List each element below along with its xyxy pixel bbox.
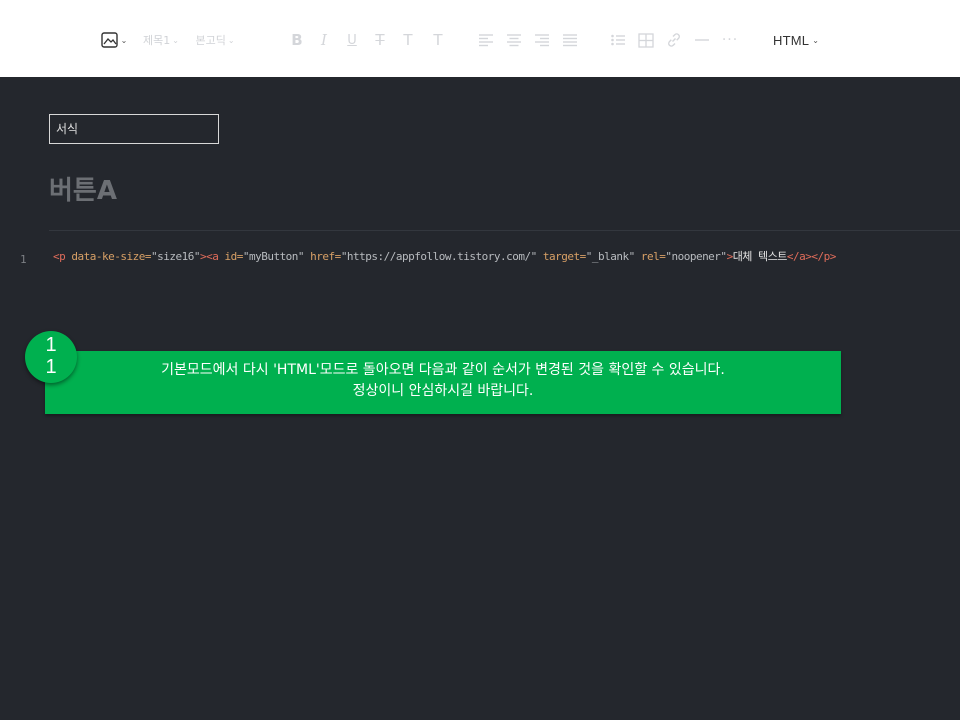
post-title[interactable]: 버튼A [49,170,117,207]
background-color-button[interactable]: T [428,28,448,52]
align-left-icon [479,34,493,47]
editor-toolbar: ⌄ 제목1 ⌄ 본고딕 ⌄ B I U T T T ··· HTML ⌄ [0,0,960,77]
annotation-callout: 기본모드에서 다시 'HTML'모드로 돌아오면 다음과 같이 순서가 변경된 … [45,351,841,414]
font-dropdown[interactable]: 본고딕 ⌄ [192,28,238,52]
align-left-button[interactable] [476,28,496,52]
category-placeholder: 서식 [56,122,79,136]
code-tag: <p [53,250,66,263]
step-number-bottom: 1 [45,356,57,378]
chevron-down-icon: ⌄ [120,35,128,45]
code-value: "myButton" [242,250,305,263]
bold-button[interactable]: B [287,28,307,52]
step-number-top: 1 [45,334,57,356]
align-justify-button[interactable] [560,28,580,52]
code-text: 대체 텍스트 [732,250,788,263]
code-attr: data-ke-size= [65,250,151,263]
align-right-button[interactable] [532,28,552,52]
horizontal-rule-button[interactable] [692,28,712,52]
horizontal-rule-icon [695,39,709,41]
code-attr: href= [304,250,341,263]
code-attr: target= [536,250,586,263]
code-attr: rel= [634,250,666,263]
category-select[interactable]: 서식 [49,114,219,144]
link-button[interactable] [664,28,684,52]
code-value: "_blank" [585,250,635,263]
code-line[interactable]: <p data-ke-size="size16"><a id="myButton… [53,249,836,265]
editor-mode-dropdown[interactable]: HTML ⌄ [773,28,819,52]
align-justify-icon [563,34,577,47]
code-value: "noopener" [665,250,727,263]
line-number: 1 [20,253,27,266]
text-color-button[interactable]: T [398,28,418,52]
underline-button[interactable]: U [342,28,362,52]
chevron-down-icon: ⌄ [172,35,179,45]
annotation-line-1: 기본모드에서 다시 'HTML'모드로 돌아오면 다음과 같이 순서가 변경된 … [161,362,725,378]
code-tag: ><a [199,250,219,263]
list-button[interactable] [608,28,628,52]
chevron-down-icon: ⌄ [227,35,235,45]
image-icon [100,32,118,48]
annotation-line-2: 정상이니 안심하시길 바랍니다. [352,383,534,399]
list-icon [611,34,625,46]
heading-dropdown-label: 제목1 [143,34,171,47]
code-value: "size16" [150,250,200,263]
more-icon: ··· [721,32,739,48]
title-divider [49,230,960,231]
chevron-down-icon: ⌄ [812,35,820,45]
align-center-button[interactable] [504,28,524,52]
code-value: "https://appfollow.tistory.com/" [340,250,537,263]
link-icon [668,33,680,47]
italic-button[interactable]: I [314,28,334,52]
step-badge: 1 1 [25,331,77,383]
editor-mode-label: HTML [773,32,810,48]
strikethrough-button[interactable]: T [370,28,390,52]
image-insert-button[interactable]: ⌄ [99,28,129,52]
code-attr: id= [218,250,243,263]
table-button[interactable] [636,28,656,52]
table-icon [638,32,654,48]
code-tag: </a></p> [786,250,836,263]
heading-dropdown[interactable]: 제목1 ⌄ [140,28,182,52]
align-center-icon [507,34,521,47]
more-button[interactable]: ··· [719,28,741,52]
font-dropdown-label: 본고딕 [195,34,226,47]
align-right-icon [535,34,549,47]
